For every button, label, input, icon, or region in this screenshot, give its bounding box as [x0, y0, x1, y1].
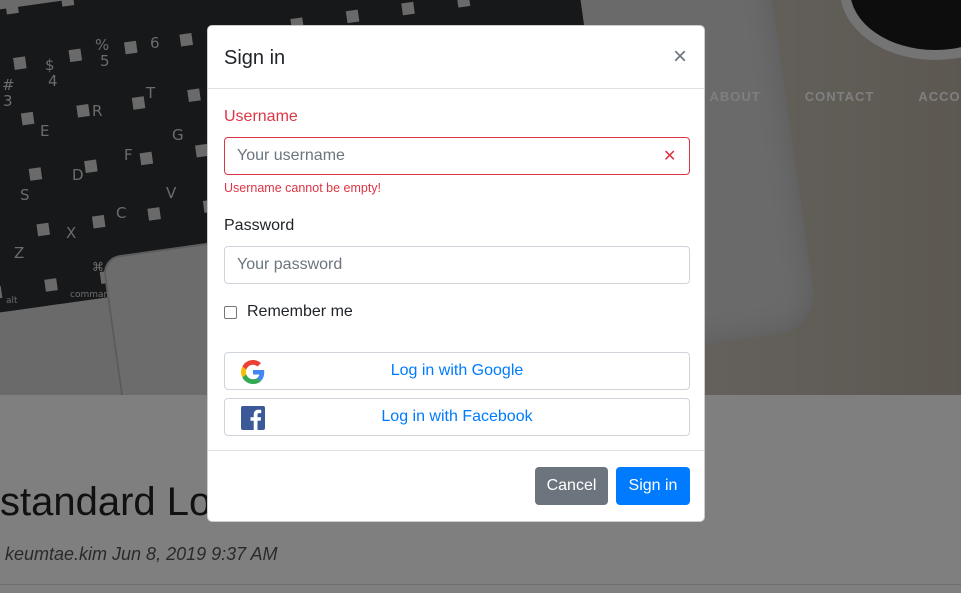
- sign-in-button[interactable]: Sign in: [616, 467, 690, 505]
- remember-me-label[interactable]: Remember me: [247, 303, 353, 321]
- invalid-icon: ✕: [663, 148, 677, 165]
- facebook-login-button[interactable]: Log in with Facebook: [224, 398, 690, 436]
- google-icon: [241, 360, 265, 384]
- facebook-login-label: Log in with Facebook: [381, 408, 533, 425]
- modal-header: Sign in ×: [208, 26, 704, 89]
- cancel-button[interactable]: Cancel: [535, 467, 608, 505]
- facebook-icon: [241, 406, 265, 430]
- page: 6 % 5 $ 4 # 3 E R T D F G S C V Z X alt …: [0, 0, 961, 593]
- google-login-button[interactable]: Log in with Google: [224, 352, 690, 390]
- remember-me-row[interactable]: Remember me: [224, 303, 353, 321]
- google-login-label: Log in with Google: [390, 362, 524, 379]
- password-label: Password: [224, 217, 295, 234]
- modal-body: Username ✕ Username cannot be empty! Pas…: [208, 89, 704, 452]
- username-label: Username: [224, 108, 298, 125]
- modal-footer: Cancel Sign in: [208, 450, 704, 521]
- close-button[interactable]: ×: [673, 45, 687, 69]
- sign-in-modal: Sign in × Username ✕ Username cannot be …: [207, 25, 705, 522]
- password-input[interactable]: [224, 246, 690, 284]
- username-input[interactable]: [224, 137, 690, 175]
- remember-me-checkbox[interactable]: [224, 305, 237, 319]
- username-error: Username cannot be empty!: [224, 181, 382, 195]
- modal-title: Sign in: [224, 46, 286, 69]
